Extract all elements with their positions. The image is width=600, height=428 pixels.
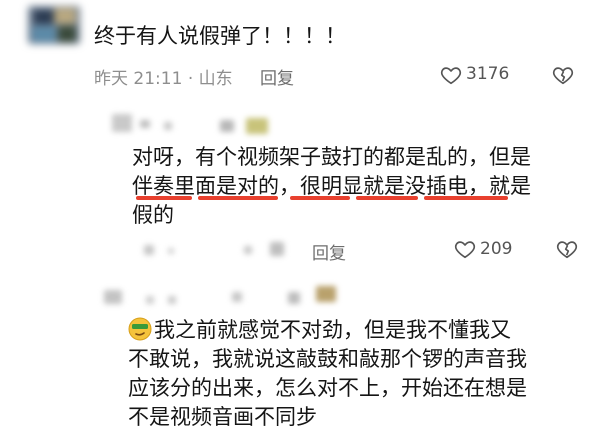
broken-heart-icon[interactable] (552, 64, 574, 86)
highlight-underline (136, 196, 192, 200)
reply-text-line: 我之前就感觉不对劲，但是我不懂我又 (128, 316, 511, 345)
reply-text-line: 应该分的出来，怎么对不上，开始还在想是 (128, 376, 527, 400)
like-count: 209 (480, 239, 513, 259)
like-count: 3176 (466, 64, 510, 84)
reply-button[interactable]: 回复 (312, 239, 346, 264)
reply-text-line: 对呀，有个视频架子鼓打的都是乱的，但是 (132, 145, 531, 169)
smirk-emoji-icon (128, 317, 152, 341)
reply-text: 我之前就感觉不对劲，但是我不懂我又 (154, 318, 511, 342)
reply-button[interactable]: 回复 (260, 64, 294, 89)
broken-heart-icon[interactable] (556, 238, 578, 260)
avatar[interactable] (28, 6, 80, 44)
reply-text-line: 假的 (132, 203, 174, 227)
meta-separator: · (187, 69, 199, 89)
comment-meta: 昨天 21:11 · 山东 (94, 64, 233, 89)
comment-time: 昨天 21:11 (94, 69, 183, 89)
reply-text-line: 不敢说，我就说这敲鼓和敲那个锣的声音我 (128, 347, 527, 371)
comment-text: 终于有人说假弹了！！！！ (94, 24, 346, 48)
comment-location: 山东 (198, 69, 233, 89)
heart-outline-icon[interactable] (440, 64, 462, 86)
highlight-underline (198, 196, 278, 200)
reply-text-line: 不是视频音画不同步 (128, 405, 317, 428)
heart-outline-icon[interactable] (454, 238, 476, 260)
highlight-underline (356, 196, 418, 200)
highlight-underline (290, 196, 350, 200)
highlight-underline (466, 196, 508, 200)
